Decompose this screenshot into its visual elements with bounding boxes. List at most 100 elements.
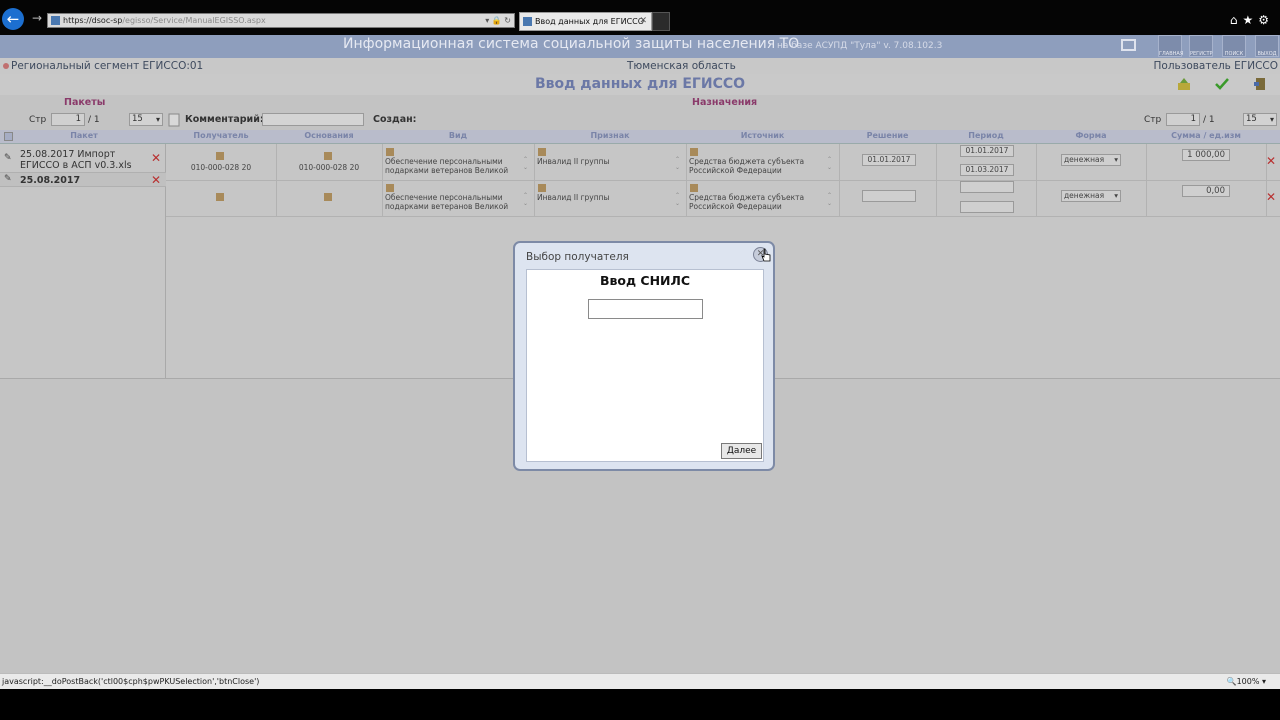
col-kind[interactable]: Вид (382, 131, 534, 140)
book-icon[interactable] (386, 184, 394, 192)
decision-date-input[interactable] (862, 190, 916, 202)
period-to-input[interactable]: 01.03.2017 (960, 164, 1014, 176)
people-icon[interactable]: РЕГИСТР (1189, 35, 1213, 57)
dialog-title: Выбор получателя (526, 251, 629, 263)
new-tab-button[interactable] (652, 12, 670, 31)
book-icon[interactable] (324, 152, 332, 160)
user-label: Пользователь ЕГИССО (1153, 60, 1278, 72)
col-decision[interactable]: Решение (839, 131, 936, 140)
browser-toolbar-icons[interactable]: ⌂★⚙ (1230, 13, 1274, 27)
search-label: ПОИСК (1224, 51, 1244, 57)
col-recipient[interactable]: Получатель (166, 131, 276, 140)
book-icon[interactable] (216, 152, 224, 160)
recipient-cell: 010-000-028 20 (190, 163, 252, 172)
source-cell: Средства бюджета субъекта Российской Фед… (689, 157, 805, 175)
col-basis[interactable]: Основания (276, 131, 382, 140)
hand-cursor-icon (761, 248, 771, 262)
created-label: Создан: (373, 114, 417, 125)
scroll-arrows-icon[interactable]: ⌃ ⌄ (675, 156, 680, 172)
book-icon[interactable] (538, 184, 546, 192)
url-host: https://dsoc-sp (63, 16, 123, 25)
registry-label: РЕГИСТР (1190, 51, 1213, 57)
app-title: Информационная система социальной защиты… (343, 36, 800, 52)
book-icon[interactable] (216, 193, 224, 201)
basis-cell: 010-000-028 20 (298, 163, 360, 172)
exit-door-icon[interactable] (1253, 77, 1267, 91)
address-bar[interactable]: https://dsoc-sp/egisso/Service/ManualEGI… (47, 13, 515, 28)
chevron-down-icon: ▾ (1114, 155, 1118, 164)
url-path: /egisso/Service/ManualEGISSO.aspx (122, 16, 266, 25)
right-page-input[interactable]: 1 (1166, 113, 1200, 126)
period-from-input[interactable]: 01.01.2017 (960, 145, 1014, 157)
col-form[interactable]: Форма (1036, 131, 1146, 140)
zoom-level[interactable]: 🔍100% ▾ (1227, 677, 1266, 686)
book-icon[interactable] (538, 148, 546, 156)
col-source[interactable]: Источник (686, 131, 839, 140)
browser-tab[interactable]: Ввод данных для ЕГИССО ✕ (519, 12, 652, 31)
exit-label: ВЫХОД (1257, 51, 1277, 57)
col-period[interactable]: Период (936, 131, 1036, 140)
snils-input[interactable] (588, 299, 703, 319)
book-icon[interactable] (690, 184, 698, 192)
period-to-input[interactable] (960, 201, 1014, 213)
delete-icon[interactable]: ✕ (1266, 191, 1276, 203)
tab-close-icon[interactable]: ✕ (639, 13, 647, 30)
tab-title: Ввод данных для ЕГИССО (535, 17, 645, 26)
segment-label: Региональный сегмент ЕГИССО:01 (3, 60, 203, 72)
checkmark-icon[interactable] (1215, 77, 1229, 91)
left-page-size-select[interactable]: 15 (129, 113, 163, 126)
edit-pencil-icon[interactable]: ✎ (4, 153, 12, 163)
region-label: Тюменская область (627, 60, 736, 72)
forward-arrow-icon[interactable]: → (32, 11, 42, 25)
left-page-total: / 1 (88, 115, 100, 125)
packet-row[interactable]: ✎ 25.08.2017 Импорт ЕГИССО в АСП v0.3.xl… (0, 144, 166, 173)
exit-icon[interactable]: ВЫХОД (1255, 35, 1279, 57)
edit-pencil-icon[interactable]: ✎ (4, 174, 12, 184)
scroll-arrows-icon[interactable]: ⌃ ⌄ (523, 192, 528, 208)
scroll-arrows-icon[interactable]: ⌃ ⌄ (827, 192, 832, 208)
row-divider (166, 216, 1280, 217)
book-icon[interactable] (690, 148, 698, 156)
form-select[interactable]: денежная ▾ (1061, 190, 1121, 202)
row-divider (166, 180, 1280, 181)
packet-row-selected[interactable]: ✎ 25.08.2017 ✕ (0, 173, 166, 187)
left-pager-label: Стр (29, 115, 47, 125)
left-page-input[interactable]: 1 (51, 113, 85, 126)
browser-status-bar: javascript:__doPostBack('ctl00$cph$pwPKU… (0, 673, 1280, 689)
next-button[interactable]: Далее (721, 443, 762, 459)
period-from-input[interactable] (960, 181, 1014, 193)
address-bar-icons[interactable]: ▾ 🔒 ↻ (485, 14, 511, 27)
delete-icon[interactable]: ✕ (151, 152, 161, 164)
grid-header: Получатель Основания Вид Признак Источни… (166, 130, 1280, 144)
col-amount[interactable]: Сумма / ед.изм (1146, 131, 1266, 140)
external-link-icon[interactable] (1121, 39, 1136, 51)
amount-input[interactable]: 1 000,00 (1182, 149, 1230, 161)
section-headers: Пакеты Назначения (0, 95, 1280, 110)
search-icon[interactable]: ПОИСК (1222, 35, 1246, 57)
decision-date-input[interactable]: 01.01.2017 (862, 154, 916, 166)
segment-text: Региональный сегмент ЕГИССО:01 (11, 60, 204, 72)
dialog-body: Ввод СНИЛС Далее (526, 269, 764, 462)
status-text: javascript:__doPostBack('ctl00$cph$pwPKU… (2, 677, 260, 686)
home-icon[interactable]: ГЛАВНАЯ (1158, 35, 1183, 57)
scroll-arrows-icon[interactable]: ⌃ ⌄ (827, 156, 832, 172)
col-sign[interactable]: Признак (534, 131, 686, 140)
scroll-arrows-icon[interactable]: ⌃ ⌄ (675, 192, 680, 208)
packet-row-text: 25.08.2017 (20, 175, 81, 186)
book-icon[interactable] (324, 193, 332, 201)
document-icon[interactable] (168, 113, 181, 127)
book-icon[interactable] (386, 148, 394, 156)
select-all-icon[interactable] (4, 132, 13, 141)
form-select[interactable]: денежная ▾ (1061, 154, 1121, 166)
scroll-arrows-icon[interactable]: ⌃ ⌄ (523, 156, 528, 172)
amount-input[interactable]: 0,00 (1182, 185, 1230, 197)
back-arrow-icon[interactable]: ← (2, 8, 24, 30)
comment-input[interactable] (262, 113, 364, 126)
delete-icon[interactable]: ✕ (151, 174, 161, 186)
delete-icon[interactable]: ✕ (1266, 155, 1276, 167)
page-title: Ввод данных для ЕГИССО (0, 74, 1280, 95)
source-cell: Средства бюджета субъекта Российской Фед… (689, 193, 805, 211)
form-select-value: денежная (1064, 191, 1105, 200)
upload-icon[interactable] (1177, 77, 1191, 91)
right-page-size-select[interactable]: 15 (1243, 113, 1277, 126)
